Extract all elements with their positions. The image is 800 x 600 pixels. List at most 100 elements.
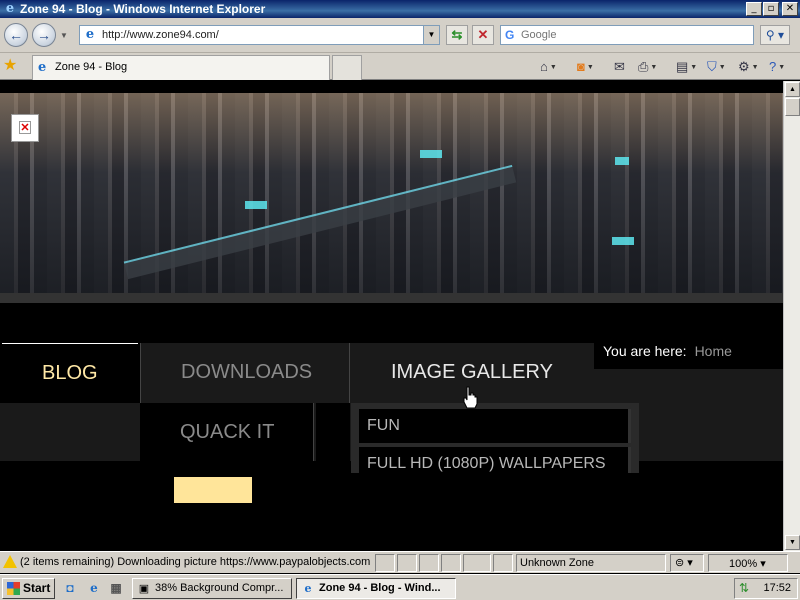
task-label: 38% Background Compr... (155, 582, 284, 594)
close-button[interactable]: ✕ (782, 2, 798, 16)
print-button[interactable]: ⎙ ▼ (638, 58, 657, 76)
broken-image-icon: ✕ (19, 121, 31, 134)
protected-mode-button[interactable]: ⊜ ▾ (670, 554, 704, 572)
neon-light (612, 237, 634, 245)
quick-launch-desktop[interactable]: ▦ (108, 580, 124, 596)
nav-downloads[interactable]: DOWNLOADS (140, 343, 350, 403)
nav-quack-it[interactable]: QUACK IT (140, 403, 314, 461)
google-icon: G (505, 28, 515, 42)
scroll-thumb[interactable] (785, 98, 800, 116)
nav-spacer (316, 403, 350, 461)
address-dropdown[interactable]: ▼ (423, 26, 439, 44)
search-button[interactable]: ⚲ ▾ (760, 25, 790, 45)
forward-arrow-icon: → (37, 27, 51, 43)
quick-launch-item[interactable]: ◘ (62, 580, 78, 596)
quick-launch-ie[interactable]: e (86, 580, 102, 596)
address-field[interactable]: e ▼ (79, 25, 440, 45)
status-panel (419, 554, 439, 572)
breadcrumb-label: You are here: (603, 343, 687, 359)
zoom-level: 100% (729, 558, 758, 570)
forward-button[interactable]: → (32, 23, 56, 47)
clock: 17:52 (763, 582, 791, 594)
app-icon: ▣ (138, 583, 150, 595)
highlight-bar (174, 477, 252, 503)
new-tab-button[interactable] (332, 55, 362, 80)
address-toolbar: ← → ▼ e ▼ ⇆ ✕ G ⚲ ▾ (0, 18, 800, 53)
monorail-shape (123, 164, 517, 280)
system-tray: ⇅ 17:52 (734, 578, 798, 599)
shield-icon: ⛉ (707, 59, 717, 74)
status-panel (463, 554, 491, 572)
printer-icon: ⎙ (638, 59, 649, 74)
favorites-star-icon[interactable]: ★ (3, 57, 17, 75)
ie-icon: e (90, 581, 98, 595)
refresh-icon: ⇆ (451, 27, 463, 42)
tab-label: Zone 94 - Blog (55, 61, 128, 73)
help-button[interactable]: ? ▼ (769, 58, 785, 76)
neon-light (245, 201, 267, 209)
neon-light (615, 157, 629, 165)
status-bar: (2 items remaining) Downloading picture … (0, 551, 800, 573)
lock-icon: ⊜ ▾ (675, 557, 693, 569)
gear-icon: ⚙ (738, 59, 750, 74)
back-arrow-icon: ← (9, 27, 23, 43)
tab-zone94-blog[interactable]: e Zone 94 - Blog (32, 55, 330, 80)
page-content: ✕ BLOG DOWNLOADS IMAGE GALLERY QUACK IT … (0, 81, 783, 551)
ie-icon: e (304, 582, 312, 595)
vertical-scrollbar[interactable]: ▲ ▼ (783, 81, 800, 551)
mail-button[interactable]: ✉ (614, 58, 625, 76)
maximize-button[interactable]: ▫ (763, 2, 779, 16)
breadcrumb: You are here: Home (603, 343, 732, 359)
network-icon[interactable]: ⇅ (739, 581, 753, 595)
start-label: Start (23, 581, 51, 595)
page-menu-button[interactable]: ▤ ▼ (676, 58, 697, 76)
minimize-button[interactable]: _ (746, 2, 762, 16)
search-field[interactable]: G (500, 25, 754, 45)
feeds-button[interactable]: ◙ ▼ (577, 58, 594, 76)
recent-pages-dropdown[interactable]: ▼ (60, 31, 68, 40)
scroll-up-arrow-icon[interactable]: ▲ (785, 82, 800, 97)
tab-page-icon: e (38, 60, 47, 75)
tab-bar: ★ e Zone 94 - Blog ⌂ ▼ ◙ ▼ ✉ ⎙ ▼ ▤ ▼ ⛉ ▼ ⚙ ▼ ?… (0, 53, 800, 80)
window-title-bar[interactable]: e Zone 94 - Blog - Windows Internet Expl… (0, 0, 800, 18)
nav-strip (594, 369, 783, 403)
breadcrumb-home-link[interactable]: Home (695, 343, 732, 359)
search-icon: ⚲ ▾ (765, 28, 785, 42)
safety-menu-button[interactable]: ⛉ ▼ (707, 58, 726, 76)
refresh-button[interactable]: ⇆ (446, 25, 468, 45)
back-button[interactable]: ← (4, 23, 28, 47)
desktop-icon: ▦ (110, 581, 122, 595)
broken-image-placeholder: ✕ (11, 114, 39, 142)
tools-menu-button[interactable]: ⚙ ▼ (738, 58, 759, 76)
mail-icon: ✉ (614, 59, 625, 74)
zoom-button[interactable]: 100% ▾ (708, 554, 788, 572)
url-input[interactable] (102, 27, 422, 43)
home-button[interactable]: ⌂ ▼ (540, 58, 557, 76)
content-area (187, 473, 735, 551)
status-panel (441, 554, 461, 572)
scroll-down-arrow-icon[interactable]: ▼ (785, 535, 800, 550)
stop-button[interactable]: ✕ (472, 25, 494, 45)
page-menu-icon: ▤ (676, 59, 689, 74)
warning-icon (3, 555, 17, 568)
city-banner-image (0, 93, 783, 293)
start-button[interactable]: Start (2, 578, 55, 599)
rss-icon: ◙ (577, 59, 585, 74)
window-title: Zone 94 - Blog - Windows Internet Explor… (20, 2, 266, 16)
nav-blog[interactable]: BLOG (2, 343, 138, 403)
task-label: Zone 94 - Blog - Wind... (319, 582, 441, 594)
neon-light (420, 150, 442, 158)
search-input[interactable] (521, 28, 749, 42)
home-icon: ⌂ (540, 59, 548, 74)
quick-launch-icon: ◘ (66, 581, 74, 595)
taskbar-item-compressor[interactable]: ▣ 38% Background Compr... (132, 578, 292, 599)
windows-logo-icon (7, 582, 20, 595)
page-icon: e (85, 27, 95, 42)
submenu-fun[interactable]: FUN (359, 409, 631, 443)
taskbar-item-ie[interactable]: e Zone 94 - Blog - Wind... (296, 578, 456, 599)
status-panel (493, 554, 513, 572)
stop-icon: ✕ (477, 27, 489, 42)
help-icon: ? (769, 59, 777, 74)
ie-logo-icon: e (5, 1, 15, 16)
banner-divider (0, 293, 783, 303)
